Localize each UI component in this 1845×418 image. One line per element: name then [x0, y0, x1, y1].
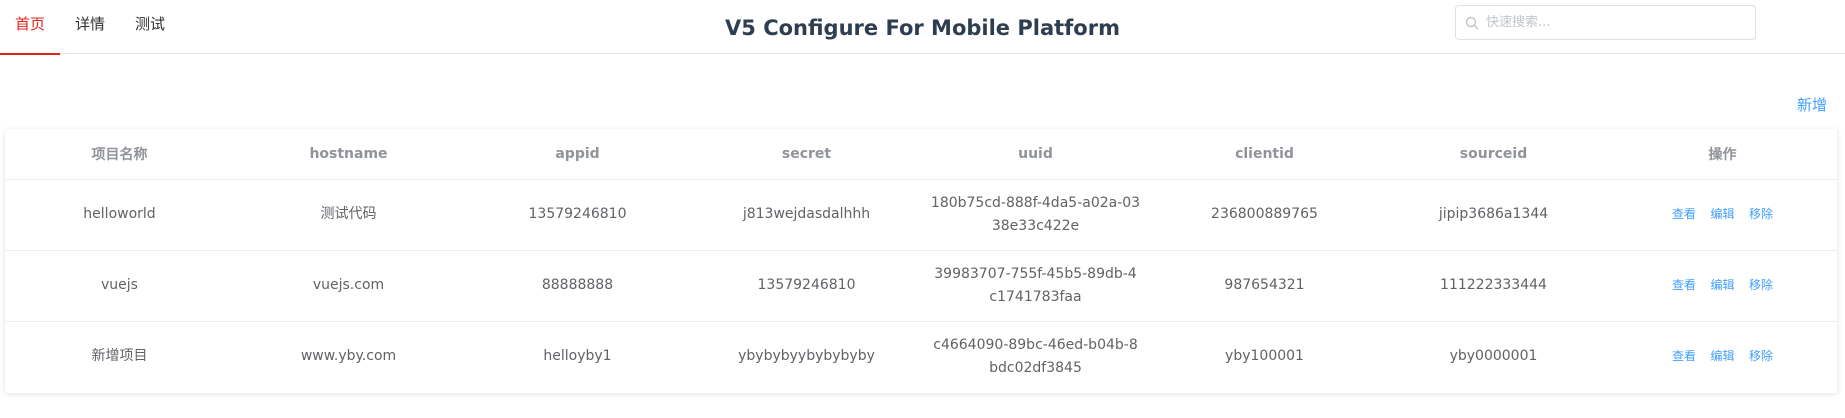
column-header: hostname	[234, 129, 463, 180]
remove-link[interactable]: 移除	[1749, 207, 1773, 221]
nav-item-test[interactable]: 测试	[120, 0, 180, 54]
column-header: sourceid	[1379, 129, 1608, 180]
cell-secret: ybybybyybybybyby	[738, 348, 875, 365]
cell-clientid: 987654321	[1150, 250, 1379, 322]
cell-clientid: yby100001	[1225, 348, 1304, 365]
cell-sourceid: 111222333444	[1379, 250, 1608, 322]
cell-actions: 查看 编辑 移除	[1608, 321, 1837, 392]
uuid-text: 39983707-755f-45b5-89db-4c1741783faa	[934, 265, 1137, 305]
search-input[interactable]	[1486, 15, 1746, 30]
cell-name: 新增项目	[91, 348, 148, 365]
cell-actions: 查看 编辑 移除	[1608, 179, 1837, 251]
cell-name: vuejs	[5, 250, 234, 322]
cell-uuid: c4664090-89bc-46ed-b04b-8bdc02df3845	[921, 321, 1150, 392]
nav-item-home[interactable]: 首页	[0, 0, 61, 55]
cell-appid: helloyby1	[543, 348, 612, 365]
cell-appid: 88888888	[463, 250, 692, 322]
column-header: 项目名称	[5, 129, 234, 180]
nav-item-details[interactable]: 详情	[60, 0, 120, 54]
search-icon	[1464, 15, 1480, 31]
uuid-text: c4664090-89bc-46ed-b04b-8bdc02df3845	[933, 336, 1138, 376]
remove-link[interactable]: 移除	[1749, 278, 1773, 292]
table-header-row: 项目名称 hostname appid secret uuid clientid…	[5, 129, 1837, 180]
view-link[interactable]: 查看	[1672, 207, 1696, 221]
edit-link[interactable]: 编辑	[1710, 207, 1734, 221]
table-row: vuejs vuejs.com 88888888 13579246810 399…	[5, 250, 1837, 322]
add-button[interactable]: 新增	[1797, 94, 1827, 115]
cell-sourceid: jipip3686a1344	[1379, 179, 1608, 251]
project-table: 项目名称 hostname appid secret uuid clientid…	[5, 129, 1837, 393]
view-link[interactable]: 查看	[1672, 278, 1696, 292]
column-header: appid	[463, 129, 692, 180]
cell-hostname: 测试代码	[234, 179, 463, 251]
column-header: uuid	[921, 129, 1150, 180]
cell-hostname: www.yby.com	[300, 348, 397, 365]
search-box[interactable]	[1455, 5, 1756, 40]
cell-actions: 查看 编辑 移除	[1608, 250, 1837, 322]
uuid-text: 180b75cd-888f-4da5-a02a-0338e33c422e	[930, 194, 1141, 234]
column-header: 操作	[1608, 129, 1837, 180]
cell-uuid: 180b75cd-888f-4da5-a02a-0338e33c422e	[921, 179, 1150, 251]
column-header: secret	[692, 129, 921, 180]
main-nav: 首页 详情 测试	[0, 0, 180, 55]
cell-clientid: 236800889765	[1150, 179, 1379, 251]
edit-link[interactable]: 编辑	[1710, 278, 1734, 292]
cell-sourceid: yby0000001	[1449, 348, 1538, 365]
cell-name: helloworld	[5, 179, 234, 251]
table-row: 新增项目 www.yby.com helloyby1 ybybybyybybyb…	[5, 321, 1837, 392]
cell-hostname: vuejs.com	[234, 250, 463, 322]
column-header: clientid	[1150, 129, 1379, 180]
edit-link[interactable]: 编辑	[1710, 349, 1734, 363]
table-row: helloworld 测试代码 13579246810 j813wejdasda…	[5, 179, 1837, 251]
cell-appid: 13579246810	[463, 179, 692, 251]
remove-link[interactable]: 移除	[1749, 349, 1773, 363]
top-header: 首页 详情 测试 V5 Configure For Mobile Platfor…	[0, 0, 1845, 55]
view-link[interactable]: 查看	[1672, 349, 1696, 363]
cell-secret: j813wejdasdalhhh	[692, 179, 921, 251]
cell-uuid: 39983707-755f-45b5-89db-4c1741783faa	[921, 250, 1150, 322]
cell-secret: 13579246810	[692, 250, 921, 322]
